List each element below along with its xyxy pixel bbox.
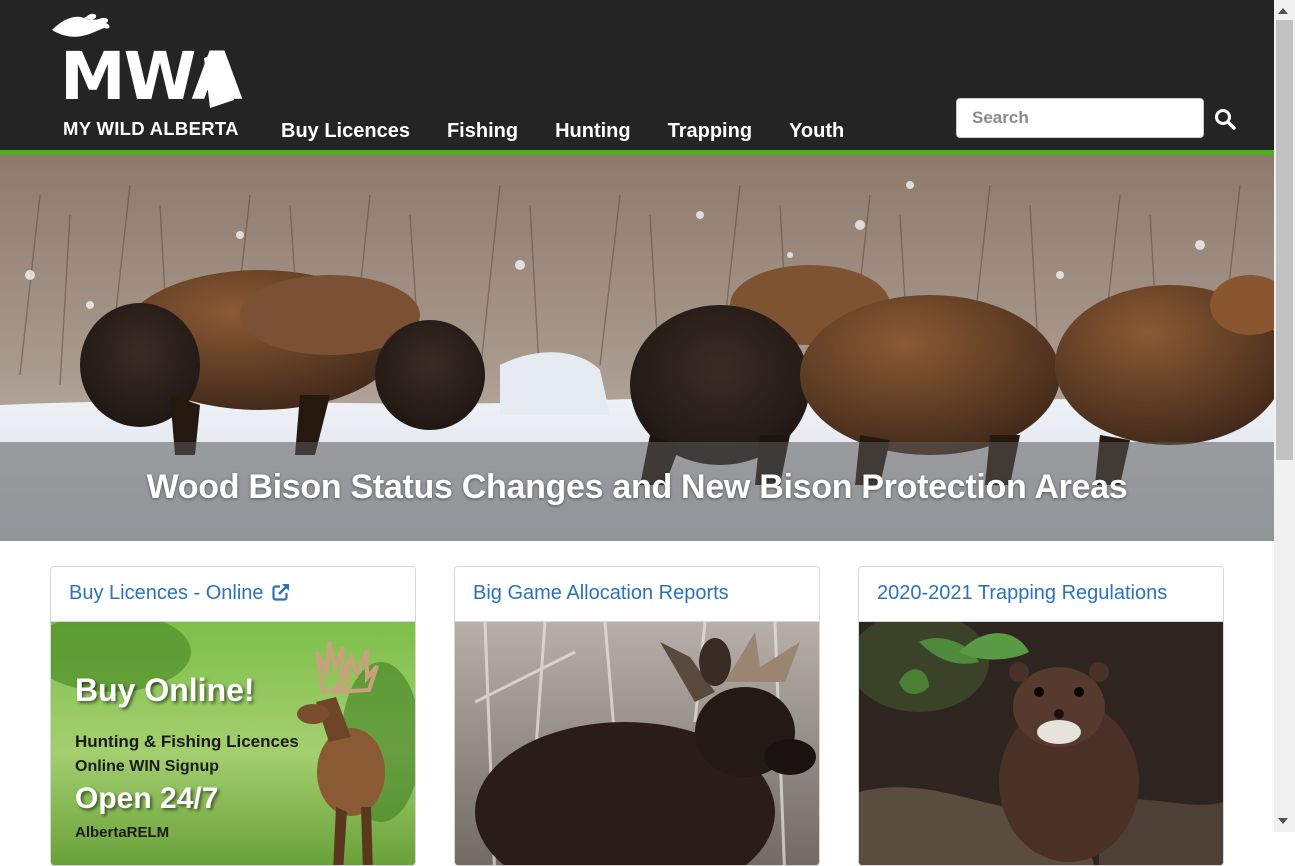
nav-hunting[interactable]: Hunting	[555, 118, 631, 144]
scrollbar-thumb[interactable]	[1276, 20, 1293, 460]
scroll-up-arrow-icon[interactable]	[1278, 8, 1288, 14]
card-title-link[interactable]: 2020-2021 Trapping Regulations	[877, 582, 1167, 604]
card-title-link[interactable]: Big Game Allocation Reports	[473, 582, 729, 604]
promo-headline: Buy Online!	[75, 672, 255, 708]
external-link-icon[interactable]	[272, 583, 290, 601]
card-big-game-allocation: Big Game Allocation Reports	[454, 566, 820, 866]
nav-trapping[interactable]: Trapping	[668, 118, 752, 144]
buy-online-promo-image[interactable]: Buy Online! Hunting & Fishing Licences O…	[51, 622, 415, 865]
hero-title[interactable]: Wood Bison Status Changes and New Bison …	[0, 468, 1274, 507]
promo-open-hours: Open 24/7	[75, 782, 219, 815]
promo-line-licences: Hunting & Fishing Licences	[75, 732, 299, 751]
nav-youth[interactable]: Youth	[789, 118, 844, 144]
promo-line-relm: AlbertaRELM	[75, 824, 170, 841]
card-trapping-regulations: 2020-2021 Trapping Regulations	[858, 566, 1224, 866]
card-header: Big Game Allocation Reports	[455, 567, 819, 622]
card-title-link[interactable]: Buy Licences - Online	[69, 582, 264, 604]
promo-line-win: Online WIN Signup	[75, 758, 219, 775]
moose-photo	[455, 622, 819, 865]
card-buy-licences: Buy Licences - Online Buy Online! Huntin…	[50, 566, 416, 866]
card-header: 2020-2021 Trapping Regulations	[859, 567, 1223, 622]
logo-tagline: MY WILD ALBERTA	[63, 118, 239, 139]
moose-image[interactable]	[455, 622, 819, 865]
mink-photo	[859, 622, 1223, 865]
site-header: MWA MY WILD ALBERTA Buy Licences Fishing…	[0, 0, 1274, 150]
scroll-down-arrow-icon[interactable]	[1278, 818, 1288, 824]
card-header: Buy Licences - Online	[51, 567, 415, 622]
hero-banner[interactable]: Wood Bison Status Changes and New Bison …	[0, 155, 1274, 541]
search-icon[interactable]	[1213, 107, 1237, 131]
site-logo[interactable]: MWA MY WILD ALBERTA	[48, 12, 244, 144]
nav-fishing[interactable]: Fishing	[447, 118, 518, 144]
mink-image[interactable]	[859, 622, 1223, 865]
search-input[interactable]	[956, 98, 1204, 138]
nav-buy-licences[interactable]: Buy Licences	[281, 118, 410, 144]
logo-mark: MWA	[60, 38, 243, 115]
main-nav: Buy Licences Fishing Hunting Trapping Yo…	[281, 118, 881, 144]
